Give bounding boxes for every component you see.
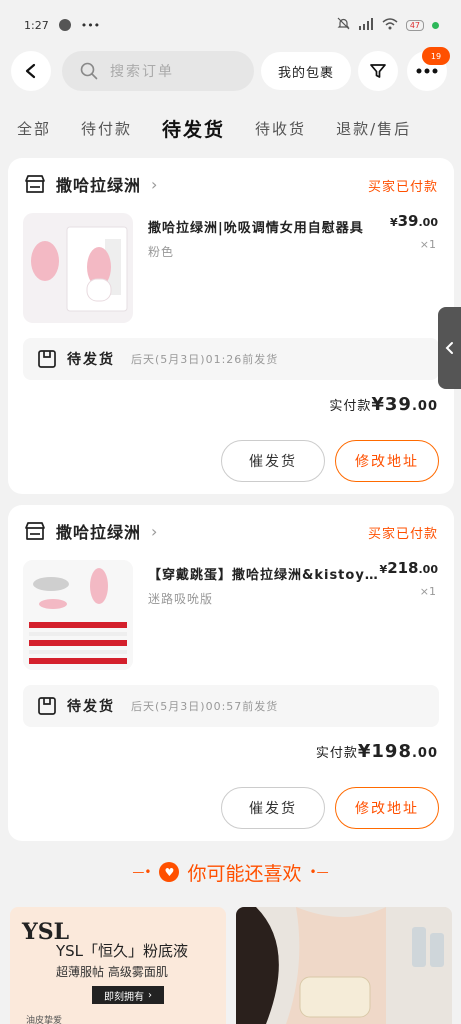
- price-integer: 218: [387, 559, 419, 577]
- tab-all[interactable]: 全部: [17, 118, 51, 139]
- back-button[interactable]: [11, 51, 51, 91]
- product-price: ¥218.00: [380, 559, 438, 577]
- paid-label: 实付款: [329, 399, 372, 414]
- order-tabs: 全部 待付款 待发货 待收货 退款/售后: [0, 108, 461, 148]
- price-integer: 39: [397, 212, 419, 230]
- ad-subtitle: 超薄服帖 高级雾面肌: [56, 965, 168, 979]
- chevron-right-icon: ›: [148, 989, 152, 1001]
- modify-address-button[interactable]: 修改地址: [335, 440, 439, 482]
- package-icon: [38, 697, 56, 715]
- wifi-icon: [382, 17, 398, 33]
- product-title[interactable]: 【穿戴跳蛋】撒哈拉绿洲&kistoy联名款: [148, 564, 386, 583]
- product-image-graphic: [31, 226, 128, 312]
- status-time: 1:27: [24, 18, 49, 32]
- paid-integer: 39: [384, 394, 412, 415]
- order-status: 买家已付款: [367, 527, 438, 542]
- ad-cta-label: 即刻拥有: [104, 991, 144, 1003]
- product-image[interactable]: [23, 560, 133, 670]
- product-spec: 迷路吸吮版: [148, 592, 214, 606]
- ad-title: YSL「恒久」粉底液: [56, 942, 189, 960]
- product-title[interactable]: 撒哈拉绿洲|吮吸调情女用自慰器具: [148, 217, 386, 236]
- paid-symbol: ¥: [357, 741, 372, 762]
- status-more: •••: [80, 18, 101, 32]
- side-drawer-handle[interactable]: [438, 307, 461, 389]
- ad-cta-button[interactable]: 即刻拥有 ›: [92, 986, 164, 1004]
- tab-pending-receipt[interactable]: 待收货: [255, 118, 306, 139]
- paid-symbol: ¥: [371, 394, 385, 415]
- order-card[interactable]: 撒哈拉绿洲 › 买家已付款 【穿戴跳蛋】撒哈拉绿洲&kistoy联名款 迷路吸吮…: [8, 505, 454, 841]
- paid-amount: 实付款¥198.00: [316, 741, 438, 762]
- decor-line-left: —•: [132, 865, 152, 879]
- product-image-graphic: [23, 560, 133, 670]
- paid-label: 实付款: [315, 746, 358, 761]
- more-icon: [416, 68, 438, 74]
- shipping-deadline: 后天(5月3日)00:57前发货: [131, 700, 279, 713]
- filter-icon: [370, 64, 386, 78]
- product-photo: [236, 907, 452, 1024]
- paid-decimal: .00: [411, 399, 438, 414]
- status-right: 47: [337, 17, 439, 33]
- tab-refund[interactable]: 退款/售后: [336, 118, 411, 139]
- tab-pending-shipment[interactable]: 待发货: [162, 115, 225, 142]
- my-packages-button[interactable]: 我的包裹: [261, 52, 351, 90]
- modify-address-button[interactable]: 修改地址: [335, 787, 439, 829]
- shop-link[interactable]: 撒哈拉绿洲 ›: [24, 519, 158, 543]
- remind-shipment-button[interactable]: 催发货: [221, 787, 325, 829]
- recommend-title: 你可能还喜欢: [187, 862, 302, 885]
- message-icon: [58, 19, 71, 31]
- status-left: 1:27 •••: [24, 19, 100, 32]
- order-card[interactable]: 撒哈拉绿洲 › 买家已付款 撒哈拉绿洲|吮吸调情女用自慰器具 粉色 ¥39.00…: [8, 158, 454, 494]
- remind-shipment-button[interactable]: 催发货: [221, 440, 325, 482]
- shop-link[interactable]: 撒哈拉绿洲 ›: [24, 172, 158, 196]
- decor-line-right: •—: [309, 865, 329, 879]
- shipping-status: 待发货: [67, 699, 115, 715]
- heart-icon: ♥: [159, 862, 180, 882]
- chevron-right-icon: ›: [151, 174, 159, 194]
- store-icon: [25, 175, 45, 193]
- privacy-dot: [432, 21, 439, 29]
- price-symbol: ¥: [389, 216, 398, 229]
- search-icon: [80, 62, 98, 80]
- shop-name: 撒哈拉绿洲: [56, 176, 142, 195]
- shop-name: 撒哈拉绿洲: [56, 523, 142, 542]
- package-icon: [38, 350, 56, 368]
- chevron-left-icon: [25, 63, 36, 79]
- shipping-info: 待发货 后天(5月3日)00:57前发货: [23, 685, 439, 727]
- recommend-ad-card[interactable]: YSL YSL「恒久」粉底液 超薄服帖 高级雾面肌 即刻拥有 › 油皮挚爱: [10, 907, 226, 1024]
- paid-amount: 实付款¥39.00: [329, 394, 438, 415]
- product-quantity: ×1: [419, 238, 436, 251]
- price-decimal: .00: [418, 216, 439, 229]
- top-bar: 搜索订单 我的包裹 19: [0, 47, 461, 94]
- product-quantity: ×1: [419, 585, 436, 598]
- mute-icon: [337, 17, 350, 33]
- notification-badge: 19: [422, 47, 450, 65]
- search-placeholder: 搜索订单: [110, 64, 174, 80]
- recommend-header: —• ♥ 你可能还喜欢 •—: [0, 856, 461, 888]
- signal-icon: [358, 17, 374, 33]
- store-icon: [25, 522, 45, 540]
- ad-footer: 油皮挚爱: [26, 1016, 63, 1024]
- chevron-right-icon: ›: [151, 521, 159, 541]
- shipping-deadline: 后天(5月3日)01:26前发货: [131, 353, 279, 366]
- product-image[interactable]: [23, 213, 133, 323]
- recommend-product-card[interactable]: [236, 907, 452, 1024]
- filter-button[interactable]: [358, 51, 398, 91]
- paid-integer: 198: [371, 741, 412, 762]
- chevron-left-icon: [445, 342, 453, 354]
- paid-decimal: .00: [411, 746, 438, 761]
- search-input[interactable]: 搜索订单: [62, 51, 254, 91]
- order-status: 买家已付款: [367, 180, 438, 195]
- shipping-info: 待发货 后天(5月3日)01:26前发货: [23, 338, 439, 380]
- price-decimal: .00: [418, 563, 439, 576]
- shipping-status: 待发货: [67, 352, 115, 368]
- tab-pending-payment[interactable]: 待付款: [81, 118, 132, 139]
- battery-indicator: 47: [405, 19, 424, 31]
- product-price: ¥39.00: [390, 212, 438, 230]
- status-bar: 1:27 ••• 47: [0, 0, 461, 50]
- product-spec: 粉色: [148, 245, 175, 259]
